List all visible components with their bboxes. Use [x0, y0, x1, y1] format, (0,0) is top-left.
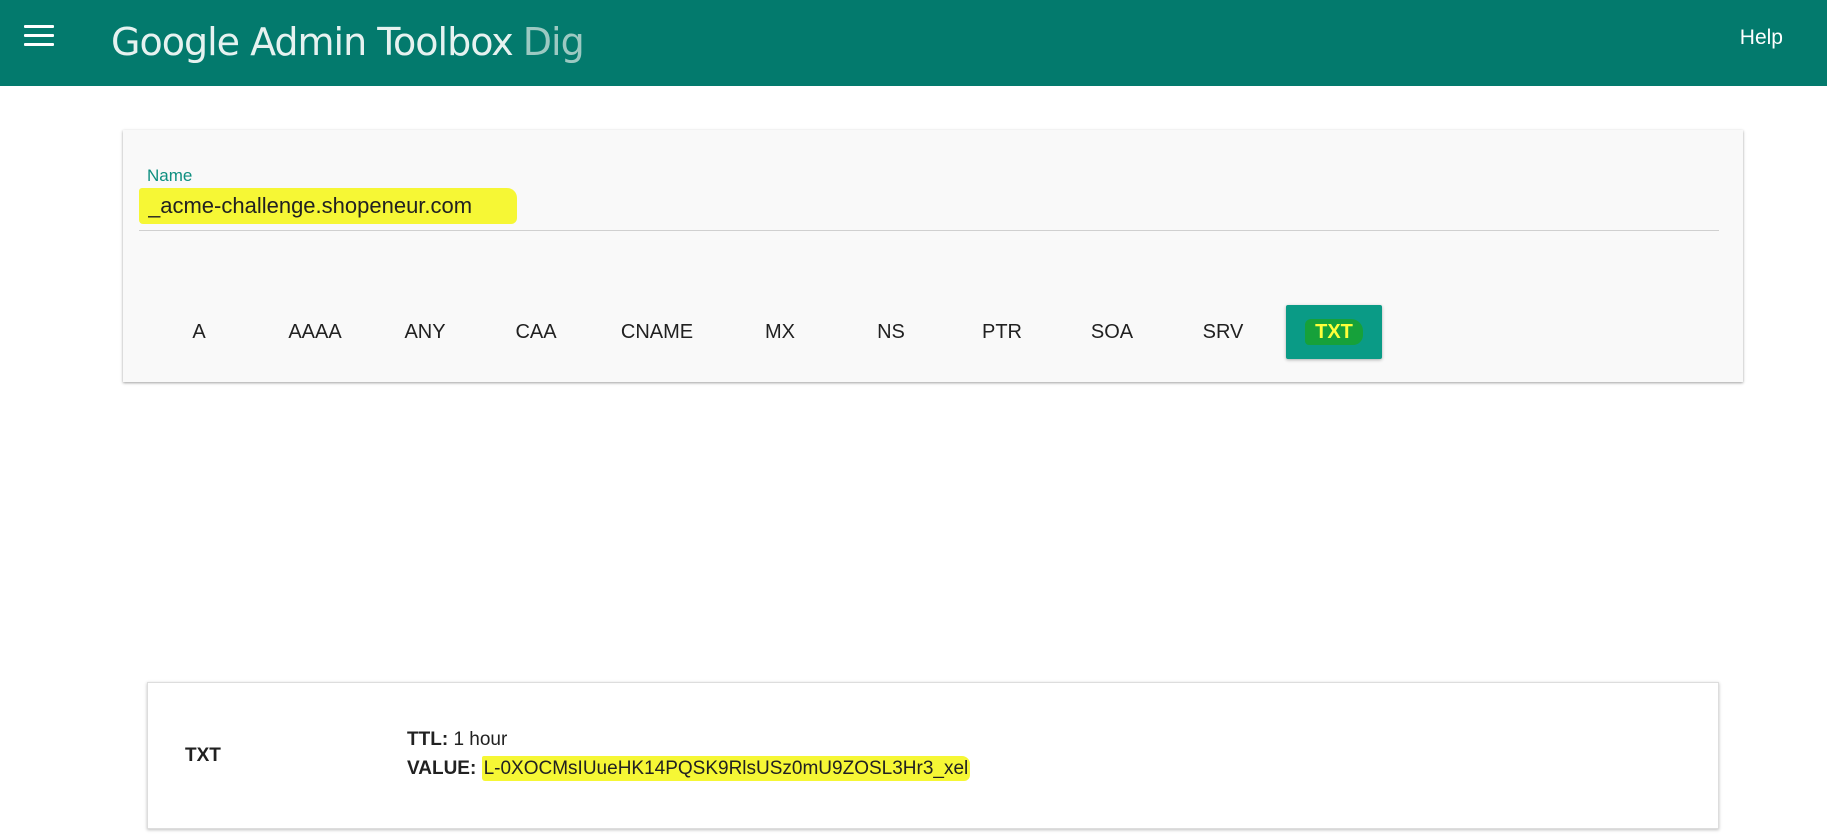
result-value: VALUE: L-0XOCMsIUueHK14PQSK9RlsUSz0mU9ZO… [407, 756, 971, 781]
type-button-ns[interactable]: NS [839, 305, 943, 359]
type-button-any[interactable]: ANY [373, 305, 477, 359]
app-header: Google Admin Toolbox Dig Help [0, 0, 1827, 86]
name-field-wrapper [139, 188, 1719, 231]
ttl-value: 1 hour [453, 729, 508, 750]
value-label: VALUE: [407, 758, 477, 779]
type-button-ptr[interactable]: PTR [950, 305, 1054, 359]
type-button-mx[interactable]: MX [728, 305, 832, 359]
type-button-txt-label: TXT [1305, 319, 1363, 345]
help-link[interactable]: Help [1740, 26, 1783, 50]
value-text: L-0XOCMsIUueHK14PQSK9RlsUSz0mU9ZOSL3Hr3_… [481, 756, 971, 781]
product-name: Google Admin Toolbox [111, 20, 514, 64]
result-card: TXT TTL: 1 hour VALUE: L-0XOCMsIUueHK14P… [147, 682, 1719, 829]
type-button-caa[interactable]: CAA [484, 305, 588, 359]
type-button-a[interactable]: A [147, 305, 251, 359]
name-field-label: Name [147, 166, 193, 185]
tool-name: Dig [522, 20, 585, 64]
result-record-type: TXT [185, 745, 221, 766]
type-button-srv[interactable]: SRV [1171, 305, 1275, 359]
type-button-txt[interactable]: TXT [1286, 305, 1382, 359]
type-button-soa[interactable]: SOA [1060, 305, 1164, 359]
app-title: Google Admin Toolbox Dig [111, 20, 585, 64]
query-card: Name A AAAA ANY CAA CNAME MX NS PTR SOA … [123, 130, 1743, 382]
ttl-label: TTL: [407, 729, 449, 750]
result-ttl: TTL: 1 hour [407, 729, 507, 751]
type-button-aaaa[interactable]: AAAA [263, 305, 367, 359]
name-input[interactable] [139, 188, 517, 224]
record-type-selector: A AAAA ANY CAA CNAME MX NS PTR SOA SRV T… [123, 305, 1743, 359]
hamburger-menu-icon[interactable] [24, 25, 54, 47]
type-button-cname[interactable]: CNAME [605, 305, 709, 359]
